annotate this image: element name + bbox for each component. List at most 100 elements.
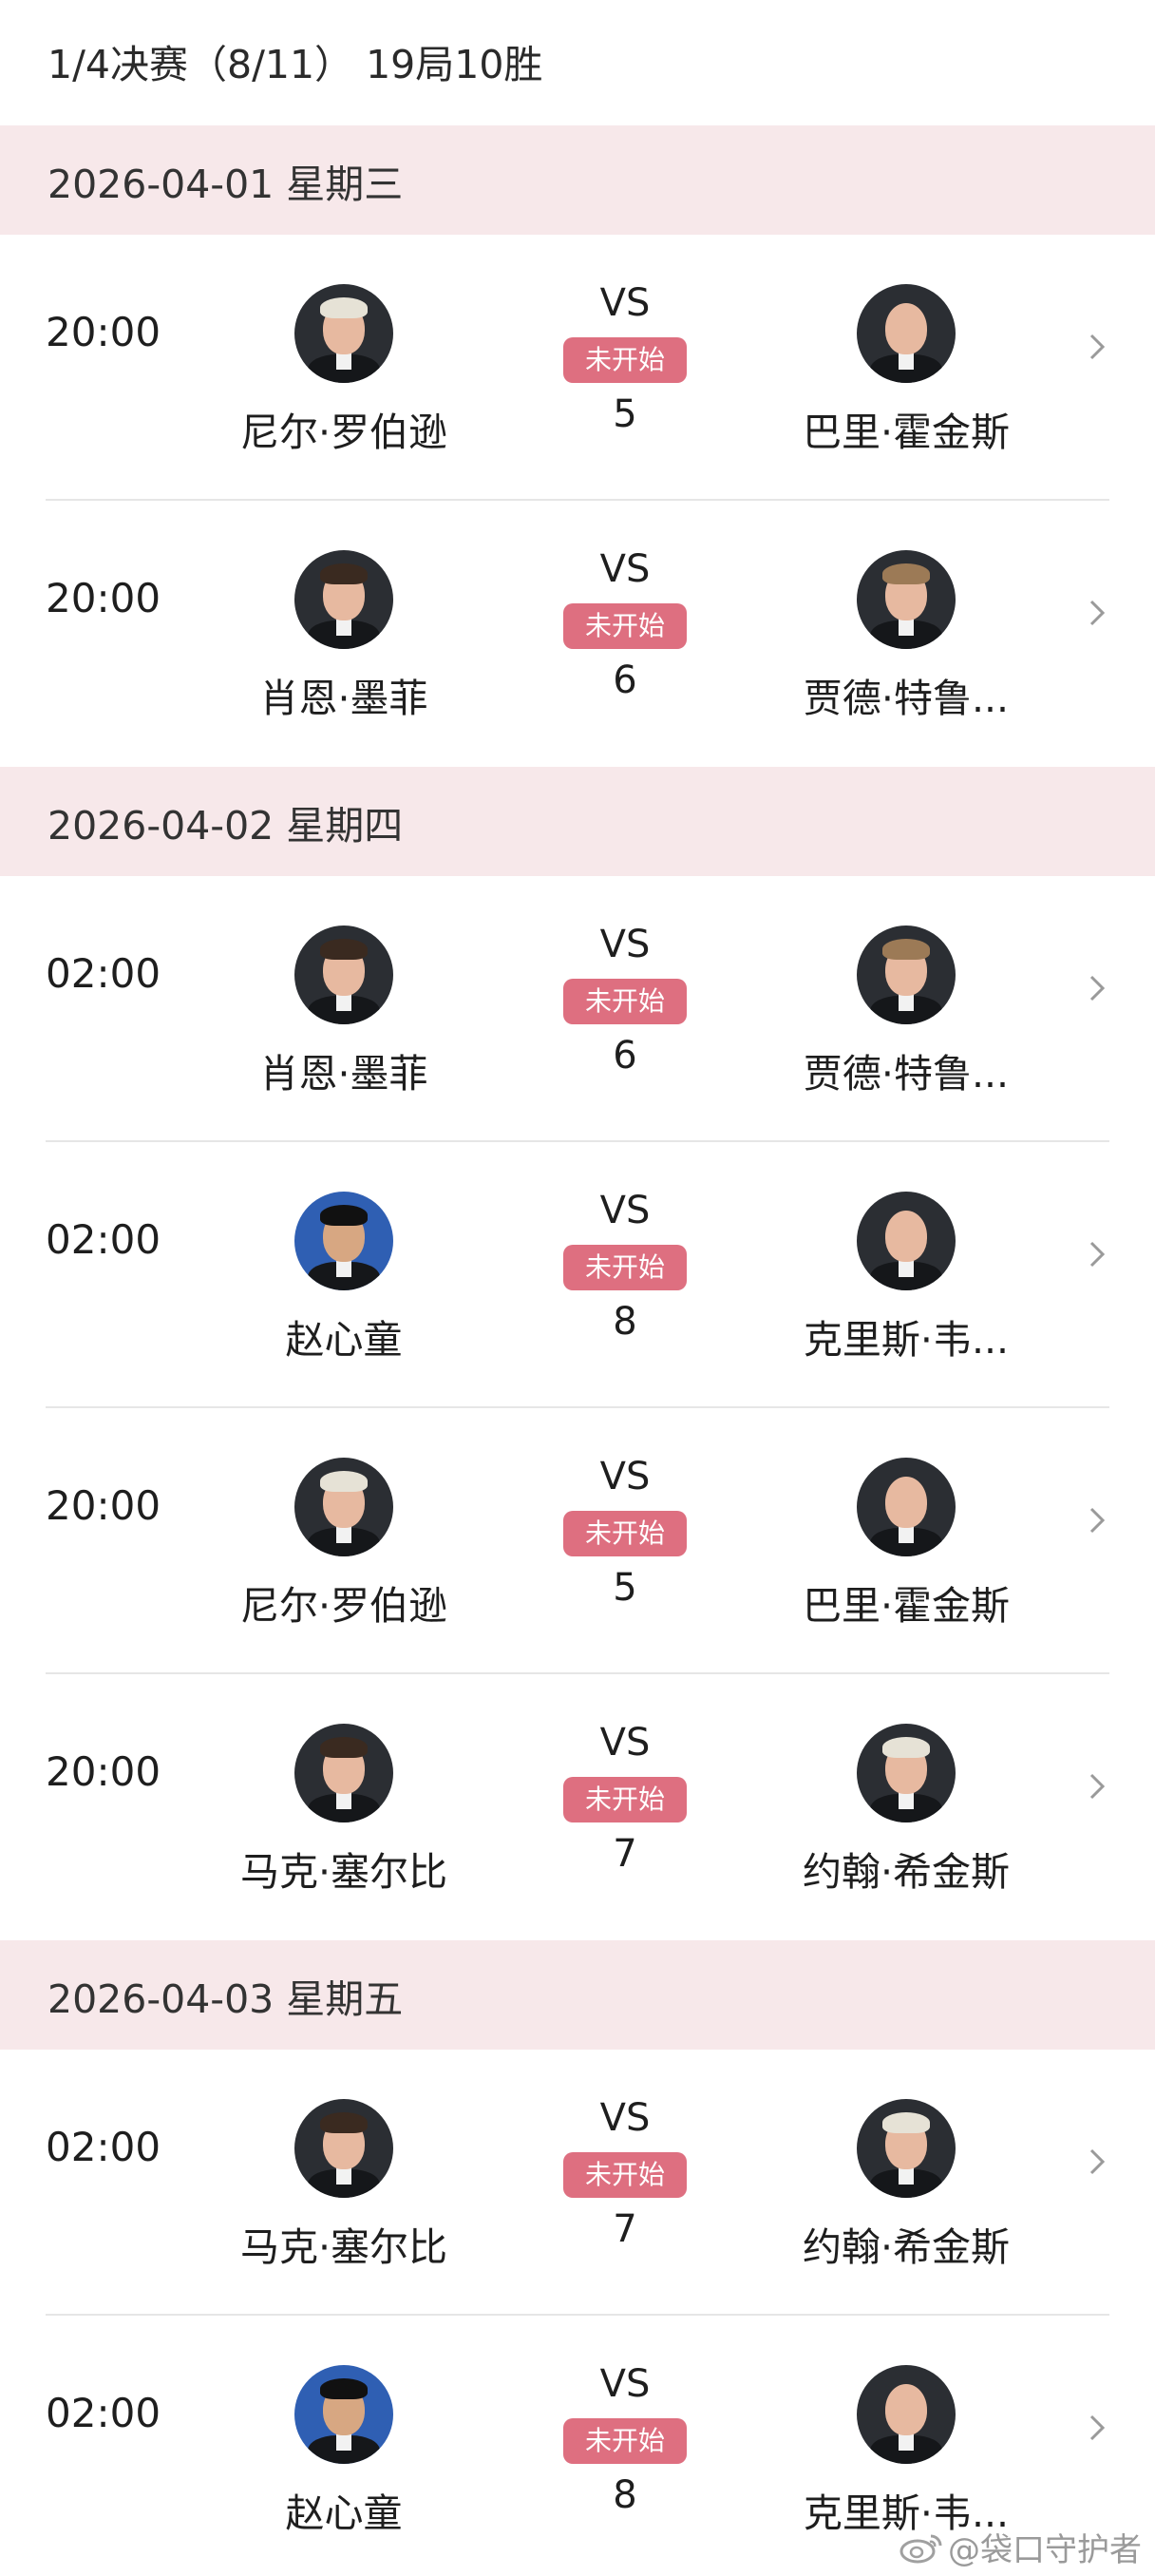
match-row[interactable]: 20:00 马克·塞尔比 VS 未开始 7 约翰·希金斯 — [0, 1674, 1155, 1940]
player-1-name: 肖恩·墨菲 — [259, 1051, 428, 1097]
status-badge: 未开始 — [563, 603, 687, 649]
chevron-right-icon[interactable] — [1083, 1235, 1111, 1273]
player-2: 克里斯·韦... — [764, 2365, 1049, 2538]
match-row[interactable]: 20:00 尼尔·罗伯逊 VS 未开始 5 巴里·霍金斯 — [0, 1408, 1155, 1674]
match-time: 20:00 — [46, 575, 161, 621]
player-1-avatar — [294, 284, 393, 383]
match-row[interactable]: 20:00 尼尔·罗伯逊 VS 未开始 5 巴里·霍金斯 — [0, 235, 1155, 501]
player-1: 肖恩·墨菲 — [201, 550, 486, 723]
player-1-name: 马克·塞尔比 — [239, 1849, 448, 1895]
player-1-name: 尼尔·罗伯逊 — [239, 1583, 448, 1629]
player-1-avatar — [294, 1458, 393, 1556]
player-2: 巴里·霍金斯 — [764, 1458, 1049, 1631]
weibo-icon — [899, 2534, 942, 2563]
vs-label: VS — [599, 923, 651, 966]
match-list: 2026-04-01 星期三 20:00 尼尔·罗伯逊 VS 未开始 5 巴里·… — [0, 125, 1155, 2540]
player-2-name: 巴里·霍金斯 — [802, 1583, 1011, 1629]
match-time: 02:00 — [46, 2390, 161, 2436]
player-1-name: 赵心童 — [285, 1317, 403, 1363]
frames-to-win: 7 — [613, 2207, 637, 2251]
status-badge: 未开始 — [563, 337, 687, 383]
match-time: 02:00 — [46, 2124, 161, 2170]
player-2: 贾德·特鲁... — [764, 925, 1049, 1098]
player-1-avatar — [294, 2099, 393, 2198]
match-center: VS 未开始 6 — [560, 920, 690, 1078]
match-row[interactable]: 02:00 赵心童 VS 未开始 8 克里斯·韦... — [0, 2316, 1155, 2540]
match-row[interactable]: 02:00 马克·塞尔比 VS 未开始 7 约翰·希金斯 — [0, 2050, 1155, 2316]
player-2-name: 贾德·特鲁... — [803, 1051, 1010, 1097]
chevron-right-icon[interactable] — [1083, 1767, 1111, 1805]
player-2: 克里斯·韦... — [764, 1192, 1049, 1364]
date-label: 2026-04-01 星期三 — [47, 161, 404, 207]
player-1: 尼尔·罗伯逊 — [201, 1458, 486, 1631]
player-1-avatar — [294, 2365, 393, 2464]
date-label: 2026-04-02 星期四 — [47, 802, 404, 849]
vs-label: VS — [599, 1189, 651, 1232]
player-1-name: 尼尔·罗伯逊 — [239, 410, 448, 455]
status-badge: 未开始 — [563, 1777, 687, 1822]
match-time: 20:00 — [46, 309, 161, 355]
player-2-avatar — [857, 925, 956, 1024]
schedule-page: 1/4决赛（8/11） 19局10胜 2026-04-01 星期三 20:00 … — [0, 0, 1155, 2576]
status-badge: 未开始 — [563, 1511, 687, 1556]
status-badge: 未开始 — [563, 1245, 687, 1290]
vs-label: VS — [599, 1721, 651, 1765]
chevron-right-icon[interactable] — [1083, 328, 1111, 366]
match-time: 20:00 — [46, 1748, 161, 1795]
chevron-right-icon[interactable] — [1083, 969, 1111, 1007]
player-2: 巴里·霍金斯 — [764, 284, 1049, 457]
player-2-avatar — [857, 1458, 956, 1556]
player-1: 尼尔·罗伯逊 — [201, 284, 486, 457]
match-center: VS 未开始 7 — [560, 2093, 690, 2251]
match-time: 20:00 — [46, 1482, 161, 1529]
player-1: 赵心童 — [201, 2365, 486, 2538]
date-label: 2026-04-03 星期五 — [47, 1975, 404, 2022]
frames-to-win: 5 — [613, 392, 637, 436]
player-2-name: 约翰·希金斯 — [802, 2224, 1011, 2270]
player-2: 约翰·希金斯 — [764, 1724, 1049, 1897]
player-2-avatar — [857, 284, 956, 383]
status-badge: 未开始 — [563, 2418, 687, 2464]
player-1-avatar — [294, 1724, 393, 1822]
player-1: 马克·塞尔比 — [201, 1724, 486, 1897]
vs-label: VS — [599, 281, 651, 325]
player-1-name: 肖恩·墨菲 — [259, 676, 428, 721]
match-center: VS 未开始 5 — [560, 1452, 690, 1610]
match-center: VS 未开始 8 — [560, 2359, 690, 2517]
player-2: 贾德·特鲁... — [764, 550, 1049, 723]
match-time: 02:00 — [46, 1216, 161, 1263]
vs-label: VS — [599, 547, 651, 591]
player-2-name: 贾德·特鲁... — [803, 676, 1010, 721]
match-row[interactable]: 02:00 赵心童 VS 未开始 8 克里斯·韦... — [0, 1142, 1155, 1408]
status-badge: 未开始 — [563, 2152, 687, 2198]
player-2-name: 克里斯·韦... — [803, 1317, 1010, 1363]
player-1-avatar — [294, 550, 393, 649]
player-1-name: 赵心童 — [285, 2490, 403, 2536]
match-row[interactable]: 02:00 肖恩·墨菲 VS 未开始 6 贾德·特鲁... — [0, 876, 1155, 1142]
date-header: 2026-04-02 星期四 — [0, 767, 1155, 876]
frames-to-win: 8 — [613, 1300, 637, 1344]
chevron-right-icon[interactable] — [1083, 1501, 1111, 1539]
date-header: 2026-04-03 星期五 — [0, 1940, 1155, 2050]
player-1: 赵心童 — [201, 1192, 486, 1364]
frames-to-win: 7 — [613, 1832, 637, 1876]
chevron-right-icon[interactable] — [1083, 2409, 1111, 2447]
round-title: 1/4决赛（8/11） 19局10胜 — [47, 42, 543, 87]
player-2-name: 巴里·霍金斯 — [802, 410, 1011, 455]
vs-label: VS — [599, 1455, 651, 1498]
player-2-avatar — [857, 2099, 956, 2198]
player-1-avatar — [294, 1192, 393, 1290]
match-row[interactable]: 20:00 肖恩·墨菲 VS 未开始 6 贾德·特鲁... — [0, 501, 1155, 767]
frames-to-win: 8 — [613, 2473, 637, 2517]
chevron-right-icon[interactable] — [1083, 2143, 1111, 2181]
player-2-avatar — [857, 1192, 956, 1290]
player-1: 肖恩·墨菲 — [201, 925, 486, 1098]
watermark: @袋口守护者 — [899, 2524, 1142, 2570]
player-1-name: 马克·塞尔比 — [239, 2224, 448, 2270]
chevron-right-icon[interactable] — [1083, 594, 1111, 632]
vs-label: VS — [599, 2362, 651, 2406]
player-2-avatar — [857, 2365, 956, 2464]
status-badge: 未开始 — [563, 979, 687, 1024]
date-header: 2026-04-01 星期三 — [0, 125, 1155, 235]
match-time: 02:00 — [46, 950, 161, 997]
